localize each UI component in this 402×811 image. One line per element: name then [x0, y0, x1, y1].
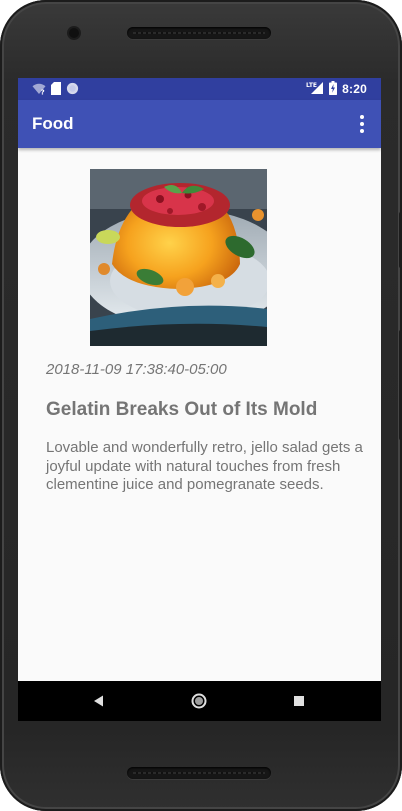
food-photo[interactable] — [90, 169, 267, 346]
screen: ? LTE 8:20 Food 2018-11-09 17:38:40-05:0… — [18, 78, 381, 721]
sync-circle-icon — [66, 80, 79, 99]
article-content: 2018-11-09 17:38:40-05:00 Gelatin Breaks… — [18, 148, 381, 681]
lte-label: LTE — [306, 82, 317, 89]
article-title: Gelatin Breaks Out of Its Mold — [46, 399, 318, 420]
home-icon[interactable] — [169, 681, 229, 721]
sim-card-icon — [51, 80, 61, 99]
back-icon[interactable] — [69, 681, 129, 721]
svg-text:?: ? — [41, 88, 45, 95]
bottom-speaker — [127, 767, 271, 779]
battery-charging-icon — [329, 80, 338, 99]
article-timestamp: 2018-11-09 17:38:40-05:00 — [46, 361, 227, 378]
app-title: Food — [32, 114, 74, 133]
lte-signal-icon: LTE — [306, 80, 324, 99]
navigation-bar — [18, 681, 381, 721]
recents-icon[interactable] — [269, 681, 329, 721]
front-camera — [69, 28, 79, 38]
status-bar: ? LTE 8:20 — [18, 78, 381, 100]
clock: 8:20 — [342, 82, 367, 96]
wifi-unknown-icon: ? — [32, 80, 46, 99]
app-bar: Food — [18, 100, 381, 148]
top-speaker — [127, 27, 271, 39]
phone-frame: ? LTE 8:20 Food 2018-11-09 17:38:40-05:0… — [0, 0, 402, 811]
status-system: LTE 8:20 — [306, 80, 367, 99]
article-body: Lovable and wonderfully retro, jello sal… — [46, 439, 363, 493]
status-notifications: ? — [32, 80, 79, 99]
more-vert-icon[interactable] — [349, 110, 375, 138]
